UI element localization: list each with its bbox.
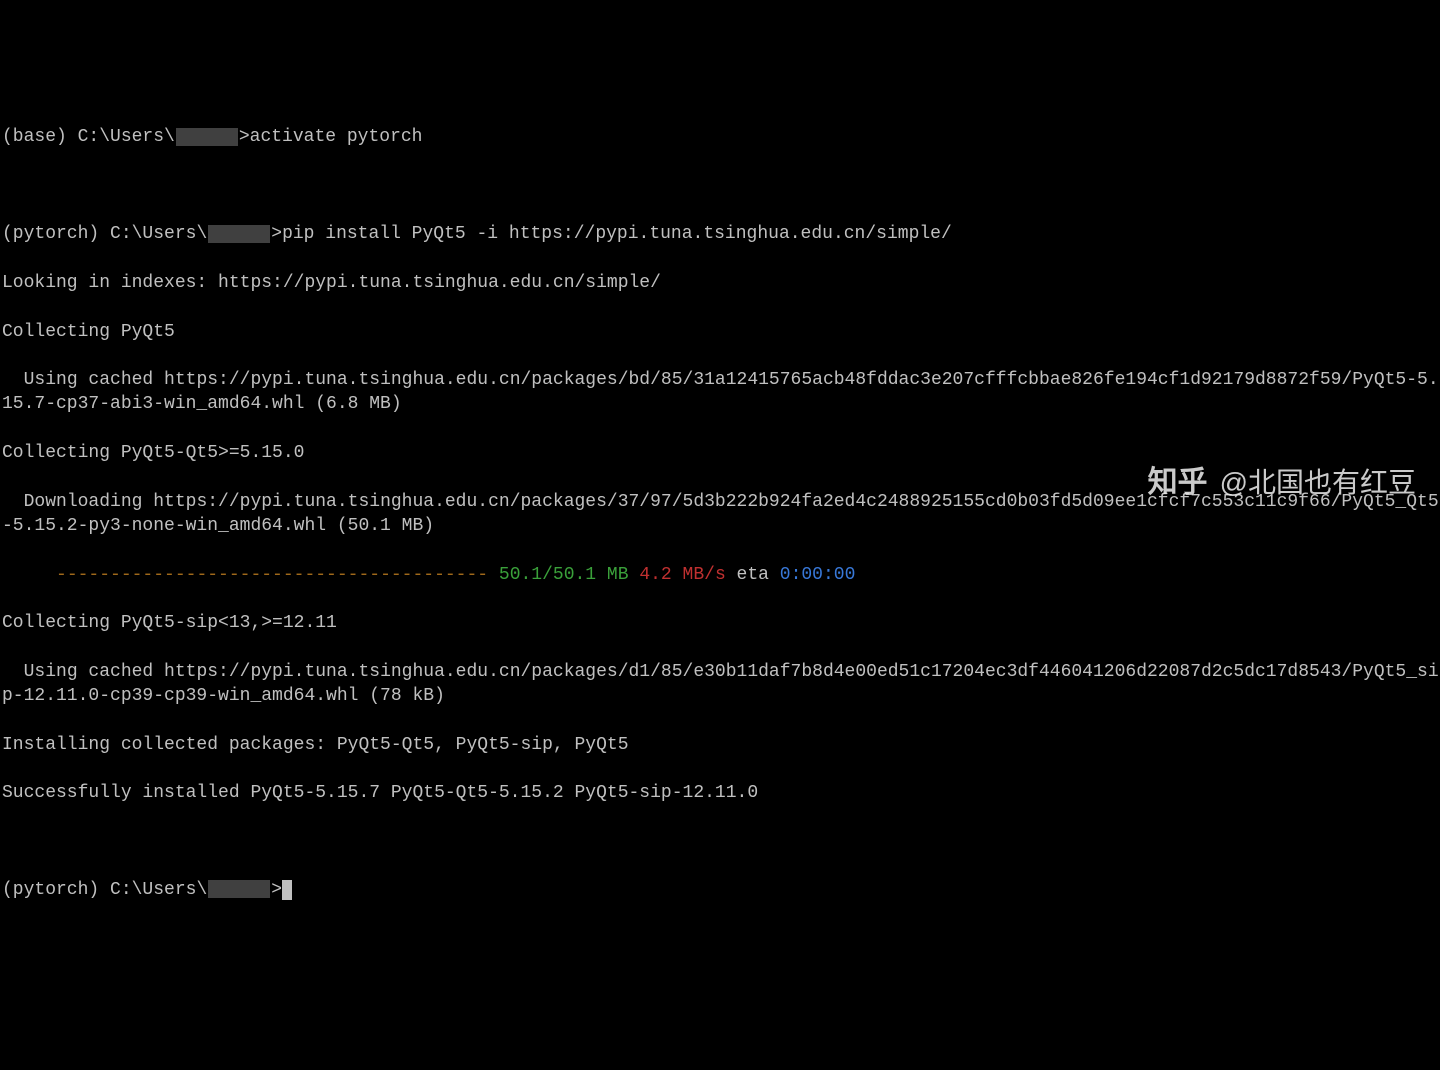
cursor: [282, 880, 292, 900]
prompt-char: >: [239, 127, 250, 147]
command-text: pip install PyQt5 -i https://pypi.tuna.t…: [282, 224, 952, 244]
redacted-username: [176, 128, 238, 146]
watermark: 知乎 @北国也有红豆: [1148, 463, 1416, 504]
prompt-char: >: [271, 224, 282, 244]
path-prefix: C:\Users\: [78, 127, 175, 147]
command-text: activate pytorch: [250, 127, 423, 147]
terminal-output[interactable]: (base) C:\Users\>activate pytorch (pytor…: [0, 97, 1440, 927]
progress-bar: ----------------------------------------: [2, 565, 488, 585]
env-label: (pytorch): [2, 224, 99, 244]
output-collect-sip: Collecting PyQt5-sip<13,>=12.11: [2, 611, 1440, 635]
progress-eta-label: eta: [726, 565, 769, 585]
prompt-line-2: (pytorch) C:\Users\ >pip install PyQt5 -i…: [2, 222, 1440, 246]
redacted-username: [208, 880, 270, 898]
blank-line: [2, 174, 1440, 198]
prompt-line-1: (base) C:\Users\ >activate pytorch: [2, 125, 1440, 149]
progress-line: ----------------------------------------…: [2, 563, 1440, 587]
progress-eta: 0:00:00: [769, 565, 855, 585]
watermark-handle: @北国也有红豆: [1220, 464, 1416, 502]
env-label: (pytorch): [2, 880, 99, 900]
blank-line: [2, 830, 1440, 854]
env-label: (base): [2, 127, 67, 147]
redacted-username: [208, 225, 270, 243]
output-looking: Looking in indexes: https://pypi.tuna.ts…: [2, 271, 1440, 295]
output-cached-sip: Using cached https://pypi.tuna.tsinghua.…: [2, 660, 1440, 709]
zhihu-logo: 知乎: [1148, 463, 1208, 504]
prompt-char: >: [271, 880, 282, 900]
output-installing: Installing collected packages: PyQt5-Qt5…: [2, 733, 1440, 757]
output-cached-pyqt5: Using cached https://pypi.tuna.tsinghua.…: [2, 368, 1440, 417]
output-collect-pyqt5: Collecting PyQt5: [2, 320, 1440, 344]
path-prefix: C:\Users\: [110, 880, 207, 900]
output-success: Successfully installed PyQt5-5.15.7 PyQt…: [2, 781, 1440, 805]
prompt-line-3: (pytorch) C:\Users\ >: [2, 878, 1440, 902]
progress-speed: 4.2 MB/s: [629, 565, 726, 585]
path-prefix: C:\Users\: [110, 224, 207, 244]
progress-size: 50.1/50.1 MB: [488, 565, 628, 585]
